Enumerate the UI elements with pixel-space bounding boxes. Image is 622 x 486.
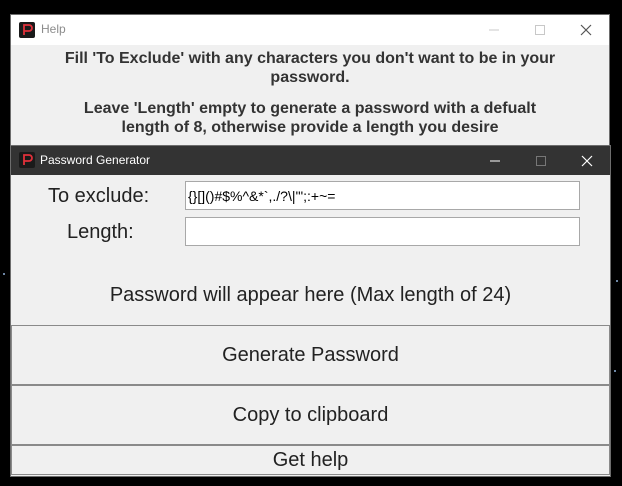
length-input[interactable]: [185, 217, 580, 246]
minimize-icon: [489, 29, 499, 31]
help-maximize-button[interactable]: [517, 15, 563, 45]
app-p-icon: [19, 152, 35, 168]
desktop-star: [616, 280, 618, 282]
get-help-button[interactable]: Get help: [11, 445, 610, 475]
help-title-bar[interactable]: Help: [11, 15, 609, 45]
help-minimize-button[interactable]: [471, 15, 517, 45]
main-title-bar[interactable]: Password Generator: [11, 146, 610, 175]
close-icon: [581, 155, 593, 166]
desktop-star: [3, 273, 5, 275]
help-line-4: length of 8, otherwise provide a length …: [121, 119, 499, 136]
exclude-label: To exclude:: [48, 185, 150, 207]
app-p-icon: [19, 22, 35, 38]
length-label: Length:: [67, 221, 134, 243]
help-line-1: Fill 'To Exclude' with any characters yo…: [64, 50, 556, 67]
help-line-3: Leave 'Length' empty to generate a passw…: [83, 100, 537, 117]
copy-to-clipboard-button[interactable]: Copy to clipboard: [11, 385, 610, 445]
password-output: Password will appear here (Max length of…: [109, 284, 512, 306]
generate-password-button[interactable]: Generate Password: [11, 325, 610, 385]
desktop-star: [614, 370, 616, 372]
main-close-button[interactable]: [564, 146, 610, 175]
maximize-icon: [536, 155, 546, 166]
maximize-icon: [535, 25, 545, 35]
main-maximize-button[interactable]: [518, 146, 564, 175]
close-icon: [580, 24, 592, 36]
help-line-2: password.: [270, 69, 350, 86]
help-window-title: Help: [41, 22, 66, 36]
main-minimize-button[interactable]: [472, 146, 518, 175]
exclude-input[interactable]: [185, 181, 580, 210]
minimize-icon: [490, 160, 500, 161]
password-generator-window: Password Generator To exclude: Length: P…: [10, 145, 611, 477]
help-close-button[interactable]: [563, 15, 609, 45]
main-window-title: Password Generator: [40, 153, 151, 167]
